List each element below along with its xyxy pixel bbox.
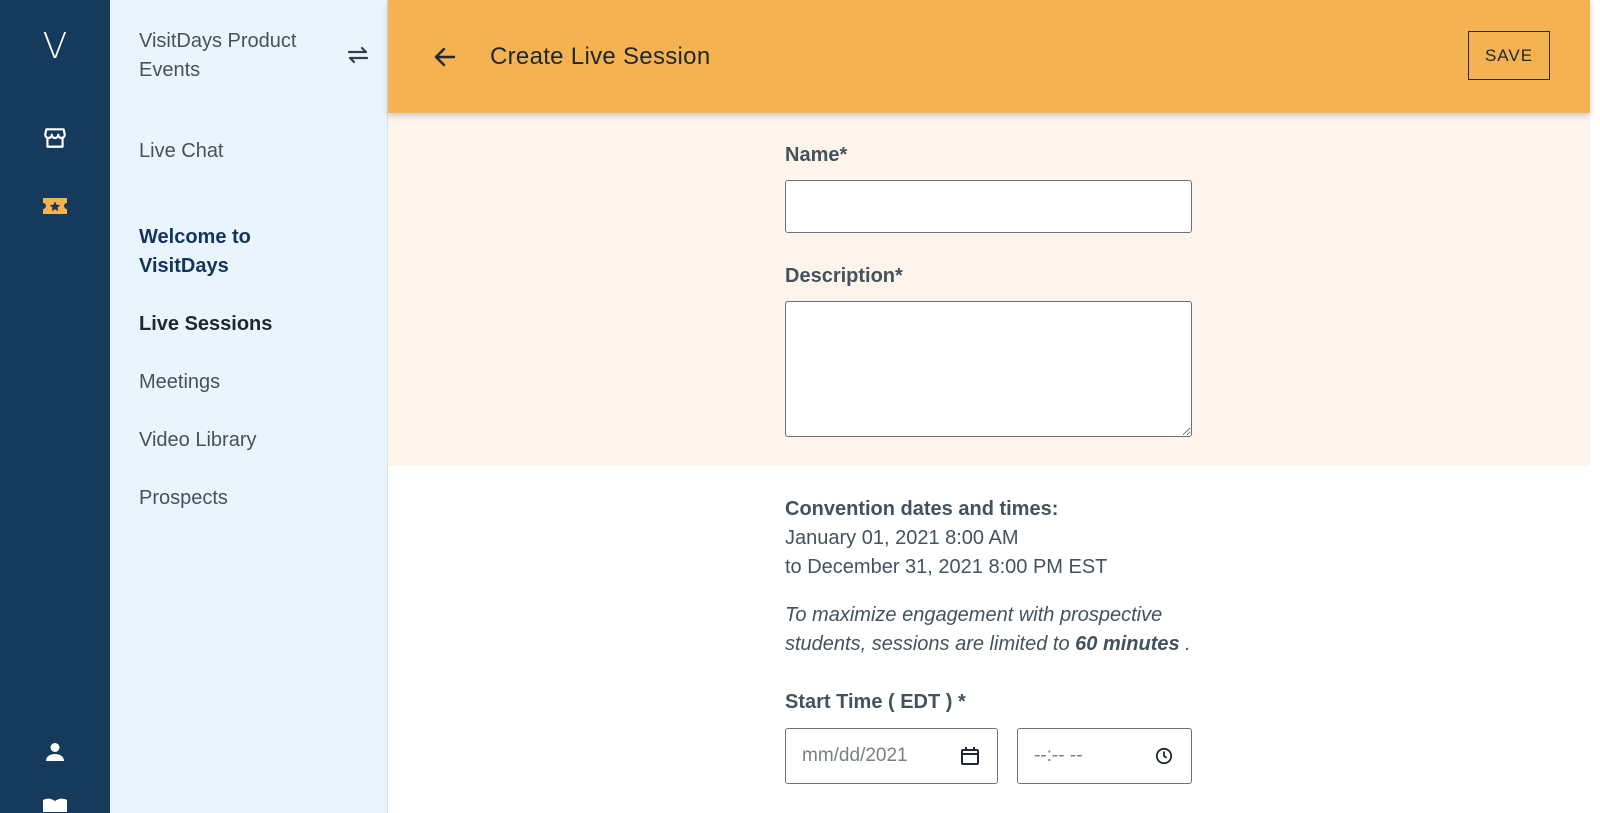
sidebar-item-live-chat[interactable]: Live Chat <box>139 137 224 166</box>
sidebar-item-live-sessions[interactable]: Live Sessions <box>139 310 272 339</box>
page-title: Create Live Session <box>490 43 711 70</box>
sidebar-item-video-library[interactable]: Video Library <box>139 426 256 455</box>
clock-icon[interactable] <box>1153 745 1175 767</box>
sidebar: VisitDays Product Events Live Chat Welco… <box>110 0 388 813</box>
time-placeholder: --:-- -- <box>1034 745 1083 766</box>
store-icon[interactable] <box>0 118 110 158</box>
back-arrow-icon[interactable] <box>428 40 462 74</box>
convention-dates-title: Convention dates and times: <box>785 498 1059 520</box>
ticket-star-icon[interactable] <box>0 186 110 226</box>
name-field[interactable] <box>785 180 1192 233</box>
start-date-input[interactable]: mm/dd/2021 <box>785 728 998 784</box>
convention-start: January 01, 2021 8:00 AM <box>785 527 1019 549</box>
note-suffix: . <box>1179 633 1191 655</box>
name-label: Name* <box>785 144 848 166</box>
start-time-label: Start Time ( EDT ) * <box>785 691 966 713</box>
start-time-input[interactable]: --:-- -- <box>1017 728 1192 784</box>
save-button[interactable]: SAVE <box>1468 31 1550 80</box>
note-emphasis: 60 minutes <box>1075 633 1180 655</box>
page-header: Create Live Session SAVE <box>388 0 1590 113</box>
icon-rail: V <box>0 0 110 813</box>
description-field[interactable] <box>785 301 1192 437</box>
convention-end: to December 31, 2021 8:00 PM EST <box>785 556 1108 578</box>
swap-arrows-icon[interactable] <box>338 40 378 70</box>
sidebar-item-meetings[interactable]: Meetings <box>139 368 220 397</box>
calendar-icon[interactable] <box>959 745 981 767</box>
sidebar-item-prospects[interactable]: Prospects <box>139 484 228 513</box>
book-icon[interactable] <box>0 798 110 813</box>
duration-note: To maximize engagement with prospective … <box>785 601 1205 659</box>
date-placeholder: mm/dd/2021 <box>802 745 908 766</box>
sidebar-item-welcome[interactable]: Welcome to VisitDays <box>139 223 319 281</box>
visitdays-logo[interactable]: V <box>0 22 110 70</box>
org-name: VisitDays Product Events <box>139 30 297 81</box>
person-icon[interactable] <box>0 732 110 772</box>
description-label: Description* <box>785 265 903 287</box>
